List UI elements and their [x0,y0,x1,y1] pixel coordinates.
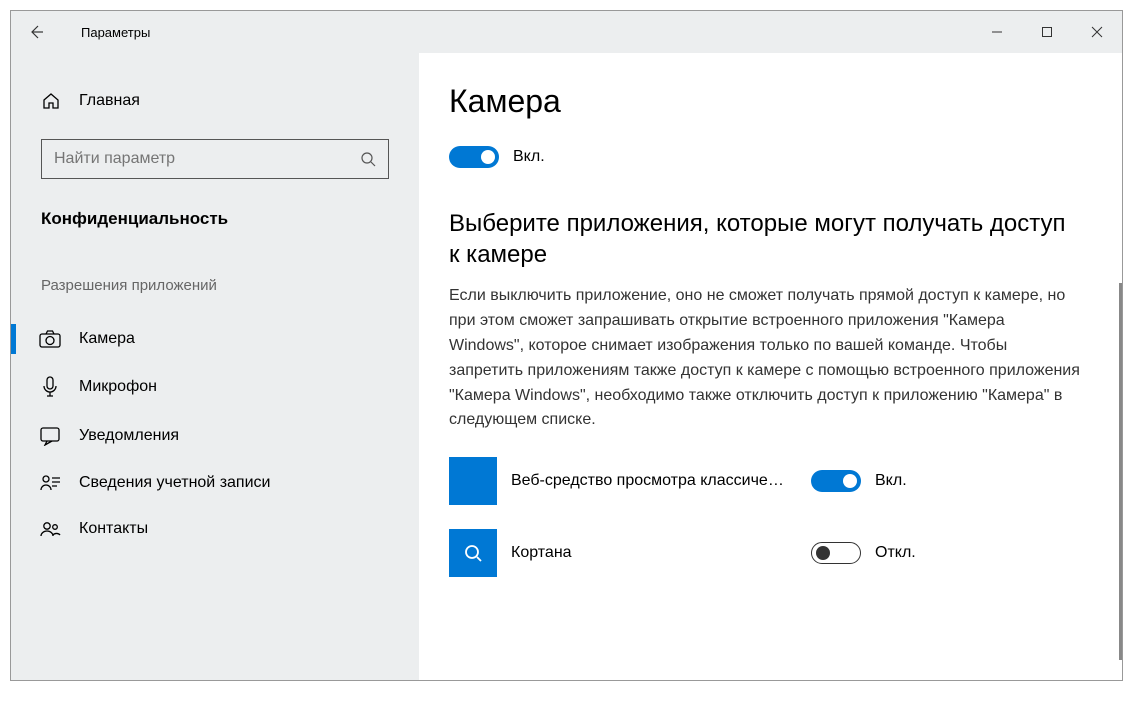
window-controls [972,11,1122,53]
page-title: Камера [449,83,1082,120]
scrollbar[interactable] [1119,283,1122,660]
window-title: Параметры [81,25,150,40]
search-icon [348,151,388,167]
app-toggle[interactable] [811,542,861,564]
camera-master-toggle-row: Вкл. [449,146,1082,168]
arrow-left-icon [28,24,44,40]
camera-icon [39,330,61,348]
home-link[interactable]: Главная [11,81,419,121]
sidebar-item-label: Микрофон [79,378,157,396]
sidebar: Главная Конфиденциальность Разрешения пр… [11,53,419,680]
sidebar-item-label: Сведения учетной записи [79,474,270,492]
close-icon [1091,26,1103,38]
maximize-icon [1041,26,1053,38]
account-icon [39,474,61,492]
sidebar-item-microphone[interactable]: Микрофон [11,362,419,412]
sidebar-item-contacts[interactable]: Контакты [11,506,419,552]
titlebar: Параметры [11,11,1122,53]
app-name: Кортана [511,544,811,562]
app-toggle-label: Вкл. [875,472,907,490]
camera-master-toggle-label: Вкл. [513,148,545,166]
minimize-icon [991,26,1003,38]
app-toggle-wrap: Вкл. [811,470,971,492]
sidebar-item-camera[interactable]: Камера [11,316,419,362]
window-body: Главная Конфиденциальность Разрешения пр… [11,53,1122,680]
app-icon-cortana [449,529,497,577]
app-toggle-wrap: Откл. [811,542,971,564]
minimize-button[interactable] [972,11,1022,53]
app-icon-blank [449,457,497,505]
app-row: Кортана Откл. [449,529,1082,577]
sidebar-item-label: Камера [79,330,135,348]
settings-window: Параметры Главная [10,10,1123,681]
back-button[interactable] [11,11,61,53]
sidebar-item-label: Контакты [79,520,148,538]
app-row: Веб-средство просмотра классиче… Вкл. [449,457,1082,505]
category-label: Конфиденциальность [11,199,419,259]
contacts-icon [39,520,61,538]
home-icon [41,91,61,111]
apps-section-description: Если выключить приложение, оно не сможет… [449,284,1082,433]
notifications-icon [39,426,61,446]
section-label: Разрешения приложений [11,259,419,316]
home-label: Главная [79,92,140,110]
search-input[interactable] [42,150,348,168]
app-toggle-label: Откл. [875,544,916,562]
app-toggle[interactable] [811,470,861,492]
search-icon [463,543,483,563]
content-area: Камера Вкл. Выберите приложения, которые… [419,53,1122,680]
sidebar-item-notifications[interactable]: Уведомления [11,412,419,460]
maximize-button[interactable] [1022,11,1072,53]
camera-master-toggle[interactable] [449,146,499,168]
sidebar-item-account[interactable]: Сведения учетной записи [11,460,419,506]
app-name: Веб-средство просмотра классиче… [511,472,811,490]
apps-section-heading: Выберите приложения, которые могут получ… [449,208,1082,270]
close-button[interactable] [1072,11,1122,53]
sidebar-item-label: Уведомления [79,427,179,445]
microphone-icon [39,376,61,398]
search-box[interactable] [41,139,389,179]
